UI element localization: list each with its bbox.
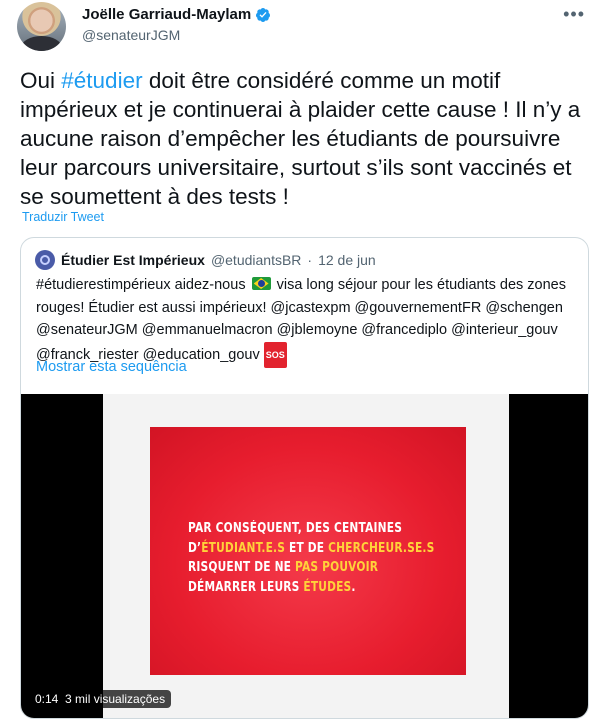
quoted-author-avatar[interactable] — [35, 250, 55, 270]
quoted-tweet[interactable]: Étudier Est Impérieux @etudiantsBR · 12 … — [20, 237, 589, 719]
quoted-tweet-date[interactable]: 12 de jun — [318, 252, 376, 268]
poster-line-3: RISQUENT DE NE PAS POUVOIR — [188, 560, 379, 575]
video-frame: PAR CONSÉQUENT, DES CENTAINES D’ÉTUDIANT… — [103, 394, 509, 718]
sos-emoji-icon: SOS — [263, 341, 287, 368]
author-name-row: Joëlle Garriaud-Maylam — [82, 6, 271, 23]
poster-line-1: PAR CONSÉQUENT, DES CENTAINES — [188, 521, 403, 536]
poster-line-4: DÉMARRER LEURS ÉTUDES. — [188, 579, 356, 595]
quoted-author-handle[interactable]: @etudiantsBR — [211, 252, 301, 268]
video-player[interactable]: PAR CONSÉQUENT, DES CENTAINES D’ÉTUDIANT… — [21, 394, 588, 718]
poster-text: PAR CONSÉQUENT, DES CENTAINES D’ÉTUDIANT… — [188, 519, 435, 597]
video-poster: PAR CONSÉQUENT, DES CENTAINES D’ÉTUDIANT… — [150, 427, 466, 675]
tweet-text: Oui #étudier doit être considéré comme u… — [20, 66, 595, 211]
more-horizontal-icon[interactable]: ••• — [563, 4, 585, 25]
verified-badge-icon — [256, 7, 271, 22]
translate-tweet-link[interactable]: Traduzir Tweet — [22, 210, 104, 224]
poster-line-2: D’ÉTUDIANT.E.S ET DE CHERCHEUR.SE.S — [188, 540, 435, 556]
author-avatar[interactable] — [17, 2, 66, 51]
tweet-text-start: Oui — [20, 68, 62, 93]
author-display-name[interactable]: Joëlle Garriaud-Maylam — [82, 6, 251, 23]
separator-dot: · — [307, 252, 313, 268]
hashtag-link[interactable]: #étudier — [61, 68, 142, 93]
brazil-flag-icon — [251, 277, 271, 290]
quoted-text-part1: #étudierestimpérieux aidez-nous — [36, 277, 250, 293]
video-meta-badge: 0:14 3 mil visualizações — [29, 690, 172, 708]
show-thread-link[interactable]: Mostrar esta sequência — [36, 359, 187, 375]
author-handle[interactable]: @senateurJGM — [82, 27, 180, 43]
quoted-author-name[interactable]: Étudier Est Impérieux — [61, 252, 205, 268]
quoted-tweet-text: #étudierestimpérieux aidez-nous visa lon… — [36, 274, 576, 368]
quoted-tweet-header: Étudier Est Impérieux @etudiantsBR · 12 … — [35, 250, 376, 270]
